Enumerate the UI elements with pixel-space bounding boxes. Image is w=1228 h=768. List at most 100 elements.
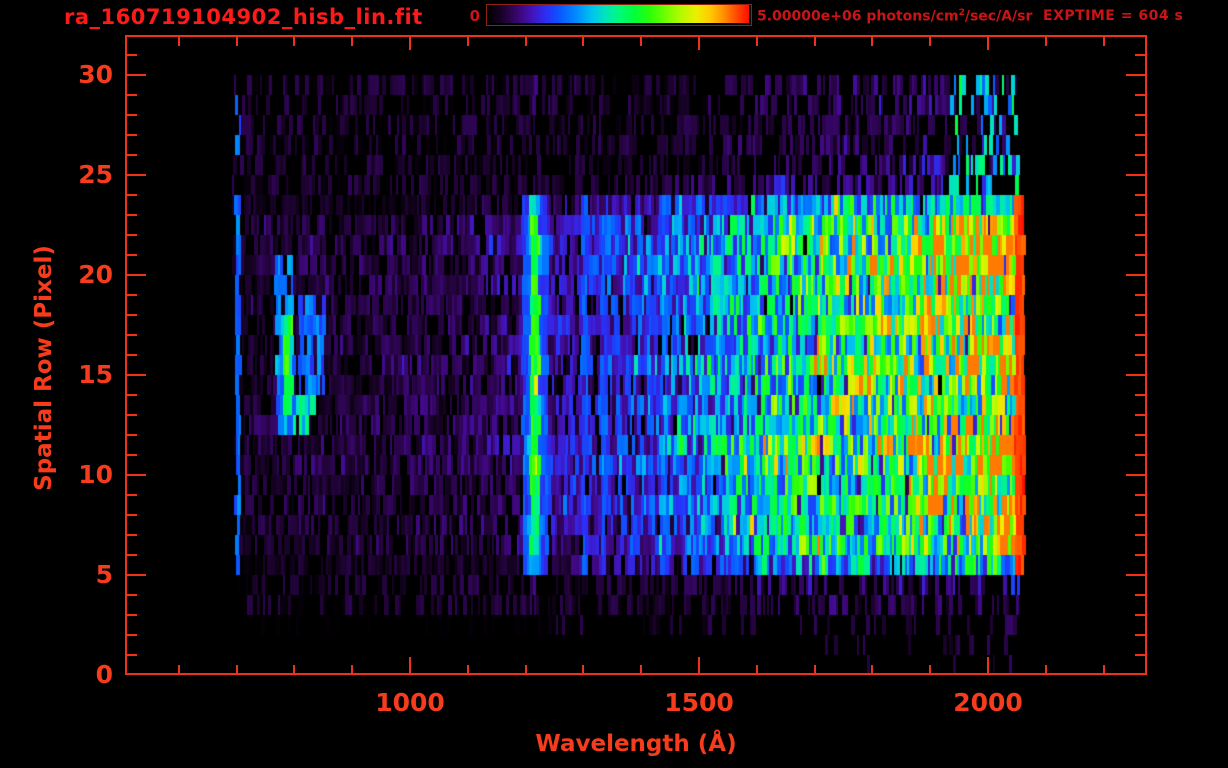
x-minor-tick-top	[640, 37, 642, 46]
y-minor-tick	[127, 614, 137, 616]
y-minor-tick	[127, 54, 137, 56]
y-minor-tick-right	[1135, 314, 1145, 316]
x-minor-tick	[467, 665, 469, 673]
y-minor-tick-right	[1135, 254, 1145, 256]
y-major-tick-right	[1126, 474, 1145, 476]
y-minor-tick-right	[1135, 654, 1145, 656]
colorbar-units-prefix: photons/cm	[861, 8, 959, 25]
y-minor-tick	[127, 514, 137, 516]
x-minor-tick	[236, 665, 238, 673]
y-major-tick	[127, 474, 146, 476]
y-minor-tick-right	[1135, 454, 1145, 456]
y-minor-tick	[127, 494, 137, 496]
x-minor-tick-top	[582, 37, 584, 46]
x-minor-tick	[929, 665, 931, 673]
y-tick-label: 25	[78, 160, 113, 189]
y-minor-tick-right	[1135, 514, 1145, 516]
y-minor-tick-right	[1135, 334, 1145, 336]
x-minor-tick-top	[756, 37, 758, 46]
x-major-tick-top	[409, 37, 411, 50]
y-major-tick	[127, 74, 146, 76]
y-minor-tick-right	[1135, 494, 1145, 496]
y-minor-tick	[127, 354, 137, 356]
x-minor-tick-top	[236, 37, 238, 46]
y-axis-title: Spatial Row (Pixel)	[31, 245, 57, 491]
y-minor-tick	[127, 114, 137, 116]
x-minor-tick	[293, 665, 295, 673]
y-minor-tick	[127, 194, 137, 196]
x-axis-title: Wavelength (Å)	[535, 731, 737, 757]
x-minor-tick	[1103, 665, 1105, 673]
x-tick-label: 2000	[953, 688, 1023, 717]
y-minor-tick-right	[1135, 414, 1145, 416]
y-minor-tick-right	[1135, 434, 1145, 436]
colorbar-units-suffix: /sec/A/sr	[964, 8, 1033, 25]
x-minor-tick	[871, 665, 873, 673]
y-major-tick	[127, 374, 146, 376]
y-minor-tick	[127, 334, 137, 336]
x-major-tick	[698, 657, 700, 673]
y-tick-label: 5	[95, 560, 113, 589]
y-minor-tick	[127, 594, 137, 596]
y-minor-tick	[127, 214, 137, 216]
x-minor-tick	[756, 665, 758, 673]
x-major-tick-top	[698, 37, 700, 50]
file-title: ra_160719104902_hisb_lin.fit	[64, 5, 423, 29]
x-minor-tick-top	[929, 37, 931, 46]
x-minor-tick	[178, 665, 180, 673]
y-minor-tick	[127, 234, 137, 236]
x-minor-tick-top	[871, 37, 873, 46]
plot-frame	[125, 35, 1147, 675]
x-minor-tick	[582, 665, 584, 673]
x-minor-tick-top	[467, 37, 469, 46]
y-minor-tick	[127, 634, 137, 636]
y-tick-label: 0	[95, 660, 113, 689]
y-major-tick-right	[1126, 574, 1145, 576]
x-minor-tick	[1045, 665, 1047, 673]
y-minor-tick-right	[1135, 394, 1145, 396]
colorbar-min-label: 0	[469, 7, 480, 25]
x-minor-tick-top	[1103, 37, 1105, 46]
x-minor-tick	[814, 665, 816, 673]
y-major-tick	[127, 574, 146, 576]
y-major-tick-right	[1126, 274, 1145, 276]
y-major-tick	[127, 274, 146, 276]
y-minor-tick	[127, 434, 137, 436]
x-minor-tick	[640, 665, 642, 673]
x-minor-tick	[351, 665, 353, 673]
y-minor-tick-right	[1135, 354, 1145, 356]
y-minor-tick-right	[1135, 594, 1145, 596]
y-tick-label: 15	[78, 360, 113, 389]
y-minor-tick-right	[1135, 214, 1145, 216]
y-minor-tick	[127, 294, 137, 296]
y-minor-tick	[127, 134, 137, 136]
y-minor-tick	[127, 654, 137, 656]
y-tick-label: 10	[78, 460, 113, 489]
y-minor-tick	[127, 534, 137, 536]
y-minor-tick	[127, 454, 137, 456]
y-minor-tick	[127, 94, 137, 96]
x-major-tick	[987, 657, 989, 673]
y-minor-tick-right	[1135, 554, 1145, 556]
x-tick-label: 1500	[664, 688, 734, 717]
x-minor-tick-top	[351, 37, 353, 46]
y-minor-tick	[127, 414, 137, 416]
y-minor-tick-right	[1135, 194, 1145, 196]
y-minor-tick	[127, 394, 137, 396]
y-minor-tick	[127, 554, 137, 556]
y-minor-tick	[127, 154, 137, 156]
colorbar-gradient	[487, 5, 749, 23]
x-minor-tick-top	[525, 37, 527, 46]
y-tick-label: 20	[78, 260, 113, 289]
x-minor-tick-top	[814, 37, 816, 46]
y-minor-tick-right	[1135, 154, 1145, 156]
exposure-time-label: EXPTIME = 604 s	[1043, 8, 1184, 24]
y-minor-tick-right	[1135, 114, 1145, 116]
y-minor-tick-right	[1135, 134, 1145, 136]
x-minor-tick-top	[293, 37, 295, 46]
colorbar-max-label: 5.00000e+06 photons/cm2/sec/A/sr	[757, 8, 1032, 25]
y-tick-label: 30	[78, 60, 113, 89]
colorbar-max-value: 5.00000e+06	[757, 8, 862, 25]
colorbar	[486, 4, 752, 26]
y-major-tick-right	[1126, 174, 1145, 176]
